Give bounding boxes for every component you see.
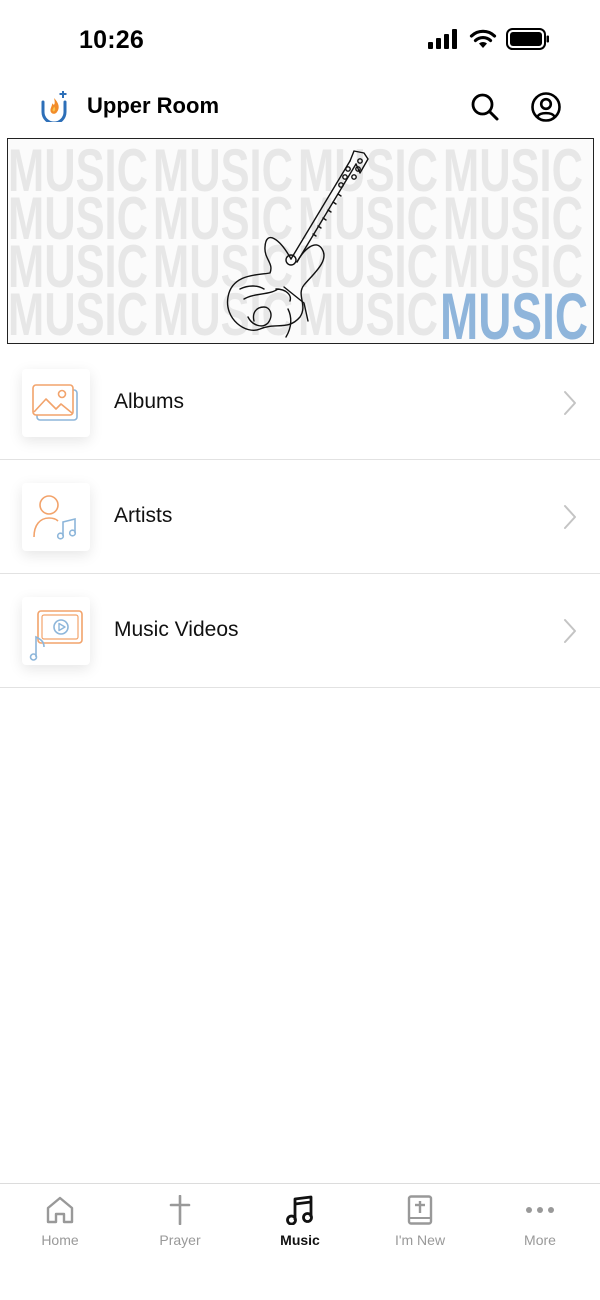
- search-icon: [471, 93, 499, 121]
- watermark-text: MUSIC: [153, 281, 293, 342]
- menu-item-label: Albums: [114, 390, 185, 413]
- menu-item-label: Artists: [114, 504, 173, 527]
- account-icon: [531, 92, 561, 122]
- menu-item-music-videos[interactable]: Music Videos: [0, 574, 600, 688]
- menu-item-albums[interactable]: Albums: [0, 346, 600, 460]
- tab-label: I'm New: [394, 1232, 446, 1248]
- cellular-signal-icon: [428, 29, 460, 54]
- more-icon: [526, 1207, 554, 1213]
- watermark-text: MUSIC: [298, 281, 438, 342]
- battery-icon: [506, 28, 550, 55]
- tab-more[interactable]: More: [480, 1194, 600, 1254]
- music-note-icon: [286, 1195, 313, 1225]
- account-button[interactable]: [529, 90, 563, 124]
- tab-label: Prayer: [159, 1232, 201, 1248]
- status-bar: 10:26: [0, 0, 600, 80]
- app-header: Upper Room: [0, 80, 600, 136]
- search-button[interactable]: [468, 90, 502, 124]
- tab-im-new[interactable]: I'm New: [360, 1194, 480, 1254]
- status-icons: [428, 28, 550, 55]
- tab-label: Home: [41, 1232, 79, 1248]
- watermark-text: MUSIC: [8, 281, 148, 342]
- tab-prayer[interactable]: Prayer: [120, 1194, 240, 1254]
- tab-music[interactable]: Music: [240, 1194, 360, 1254]
- upper-room-logo-icon: [40, 90, 68, 125]
- bible-icon: [407, 1195, 433, 1225]
- chevron-right-icon: [564, 505, 576, 529]
- chevron-right-icon: [564, 391, 576, 415]
- music-menu-list: Albums Artists Music Videos: [0, 346, 600, 688]
- tab-label: More: [524, 1232, 556, 1248]
- menu-item-label: Music Videos: [114, 618, 239, 641]
- status-time: 10:26: [79, 26, 144, 54]
- music-banner[interactable]: MUSIC MUSIC MUSIC MUSIC MUSIC MUSIC MUSI…: [7, 138, 594, 344]
- home-icon: [46, 1196, 74, 1224]
- tab-home[interactable]: Home: [0, 1194, 120, 1254]
- tab-bar: Home Prayer Music I'm New More: [0, 1183, 600, 1300]
- banner-title: MUSIC: [440, 279, 588, 342]
- chevron-right-icon: [564, 619, 576, 643]
- menu-item-artists[interactable]: Artists: [0, 460, 600, 574]
- app-title: Upper Room: [87, 93, 219, 118]
- music-videos-icon: [22, 597, 90, 665]
- artists-icon: [22, 483, 90, 551]
- wifi-icon: [469, 29, 497, 54]
- tab-label: Music: [280, 1232, 320, 1248]
- cross-icon: [169, 1195, 191, 1225]
- albums-icon: [22, 369, 90, 437]
